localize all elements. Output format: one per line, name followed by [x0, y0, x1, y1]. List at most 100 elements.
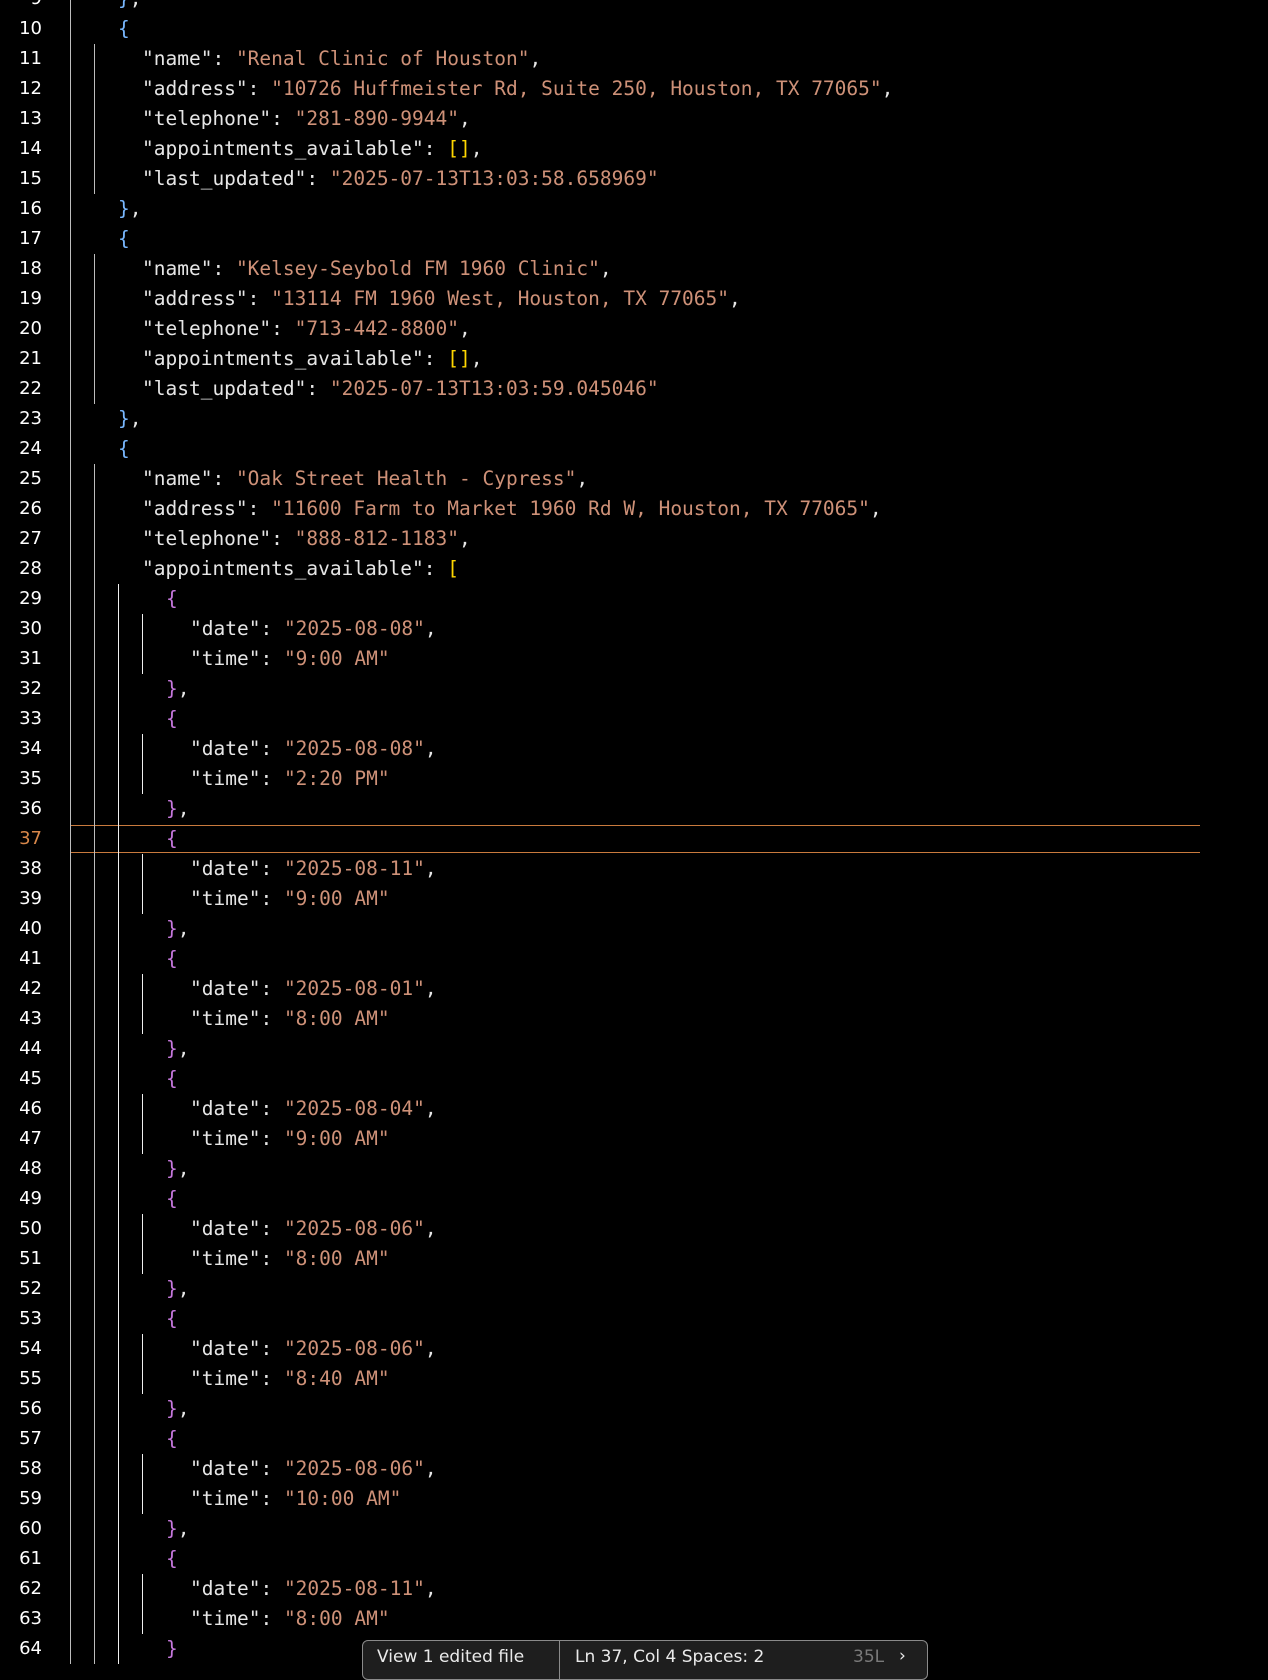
code-line[interactable]: 9}, [0, 0, 1268, 14]
code-line[interactable]: 48}, [0, 1154, 1268, 1184]
indent-guide [94, 344, 95, 374]
indent-guide [94, 584, 95, 614]
code-line[interactable]: 56}, [0, 1394, 1268, 1424]
code-text: "address": "13114 FM 1960 West, Houston,… [142, 284, 741, 314]
code-line[interactable]: 22 "last_updated": "2025-07-13T13:03:59.0… [0, 374, 1268, 404]
chevron-right-icon[interactable]: › [899, 1646, 906, 1666]
code-token: : [260, 1457, 284, 1480]
code-line[interactable]: 12 "address": "10726 Huffmeister Rd, Suit… [0, 74, 1268, 104]
code-line[interactable]: 25 "name": "Oak Street Health - Cypress", [0, 464, 1268, 494]
code-token: : [260, 737, 284, 760]
code-token: "2025-08-06" [283, 1337, 425, 1360]
code-line[interactable]: 47 "time": "9:00 AM" [0, 1124, 1268, 1154]
code-line[interactable]: 28 "appointments_available": [ [0, 554, 1268, 584]
indent-guide [70, 134, 71, 164]
code-token: } [166, 1037, 178, 1060]
code-line[interactable]: 31 "time": "9:00 AM" [0, 644, 1268, 674]
code-editor[interactable]: 9}, 10 {11 "name": "Renal Clinic of Houston… [0, 0, 1268, 1664]
line-number: 43 [19, 1008, 42, 1029]
code-line[interactable]: 11 "name": "Renal Clinic of Houston", [0, 44, 1268, 74]
indent-guide [94, 614, 95, 644]
code-line[interactable]: 54 "date": "2025-08-06", [0, 1334, 1268, 1364]
code-line[interactable]: 43 "time": "8:00 AM" [0, 1004, 1268, 1034]
code-line[interactable]: 15 "last_updated": "2025-07-13T13:03:58.6… [0, 164, 1268, 194]
code-line[interactable]: 57 { [0, 1424, 1268, 1454]
code-token: "281-890-9944" [294, 107, 459, 130]
code-token: : [212, 467, 236, 490]
code-line[interactable]: 50 "date": "2025-08-06", [0, 1214, 1268, 1244]
code-token: { [166, 947, 178, 970]
code-line[interactable]: 27 "telephone": "888-812-1183", [0, 524, 1268, 554]
code-line[interactable]: 49 { [0, 1184, 1268, 1214]
code-line[interactable]: 30 "date": "2025-08-08", [0, 614, 1268, 644]
code-line[interactable]: 33 { [0, 704, 1268, 734]
code-line[interactable]: 35 "time": "2:20 PM" [0, 764, 1268, 794]
indent-guide [94, 1214, 95, 1244]
code-line[interactable]: 37 { [0, 824, 1268, 854]
code-line[interactable]: 39 "time": "9:00 AM" [0, 884, 1268, 914]
code-line[interactable]: 23}, [0, 404, 1268, 434]
edited-files-link[interactable]: View 1 edited file [377, 1647, 524, 1667]
code-line[interactable]: 41 { [0, 944, 1268, 974]
code-line[interactable]: 14 "appointments_available": [], [0, 134, 1268, 164]
code-token: "date" [190, 1457, 261, 1480]
code-token: { [166, 587, 178, 610]
code-line[interactable]: 46 "date": "2025-08-04", [0, 1094, 1268, 1124]
code-text: "time": "10:00 AM" [190, 1484, 401, 1514]
code-token: "name" [142, 257, 213, 280]
code-token: , [177, 677, 190, 700]
code-token: , [424, 617, 437, 640]
code-text: "telephone": "713-442-8800", [142, 314, 471, 344]
code-token: : [260, 857, 284, 880]
code-line[interactable]: 17 { [0, 224, 1268, 254]
code-line[interactable]: 40}, [0, 914, 1268, 944]
code-line[interactable]: 38 "date": "2025-08-11", [0, 854, 1268, 884]
code-line[interactable]: 53 { [0, 1304, 1268, 1334]
code-line[interactable]: 10 { [0, 14, 1268, 44]
indent-guide [70, 1424, 71, 1454]
code-line[interactable]: 62 "date": "2025-08-11", [0, 1574, 1268, 1604]
code-line[interactable]: 24 { [0, 434, 1268, 464]
indent-guide [118, 1514, 119, 1544]
code-line[interactable]: 44}, [0, 1034, 1268, 1064]
status-popup[interactable]: View 1 edited file Ln 37, Col 4 Spaces: … [362, 1640, 928, 1680]
indent-guide [142, 764, 143, 794]
code-token: , [424, 1577, 437, 1600]
code-line[interactable]: 26 "address": "11600 Farm to Market 1960 … [0, 494, 1268, 524]
code-line[interactable]: 13 "telephone": "281-890-9944", [0, 104, 1268, 134]
indent-guide [94, 494, 95, 524]
code-line[interactable]: 59 "time": "10:00 AM" [0, 1484, 1268, 1514]
indent-guide [94, 1064, 95, 1094]
code-line[interactable]: 36}, [0, 794, 1268, 824]
code-line[interactable]: 29 { [0, 584, 1268, 614]
code-token: , [424, 1097, 437, 1120]
line-number: 19 [19, 288, 42, 309]
code-line[interactable]: 18 "name": "Kelsey-Seybold FM 1960 Clinic… [0, 254, 1268, 284]
code-token: , [177, 1157, 190, 1180]
code-token: "appointments_available" [142, 137, 424, 160]
code-line[interactable]: 21 "appointments_available": [], [0, 344, 1268, 374]
code-line[interactable]: 20 "telephone": "713-442-8800", [0, 314, 1268, 344]
code-line[interactable]: 58 "date": "2025-08-06", [0, 1454, 1268, 1484]
line-number: 47 [19, 1128, 42, 1149]
code-text: }, [166, 914, 190, 944]
code-token: { [166, 1187, 178, 1210]
code-line[interactable]: 42 "date": "2025-08-01", [0, 974, 1268, 1004]
code-line[interactable]: 45 { [0, 1064, 1268, 1094]
code-token: { [118, 227, 130, 250]
indent-guide [118, 854, 119, 884]
code-line[interactable]: 16}, [0, 194, 1268, 224]
indent-guide [118, 1124, 119, 1154]
code-line[interactable]: 60}, [0, 1514, 1268, 1544]
code-line[interactable]: 34 "date": "2025-08-08", [0, 734, 1268, 764]
code-line[interactable]: 63 "time": "8:00 AM" [0, 1604, 1268, 1634]
code-line[interactable]: 19 "address": "13114 FM 1960 West, Housto… [0, 284, 1268, 314]
code-line[interactable]: 52}, [0, 1274, 1268, 1304]
code-line[interactable]: 51 "time": "8:00 AM" [0, 1244, 1268, 1274]
code-token: : [271, 527, 295, 550]
indent-guide [94, 1184, 95, 1214]
code-token: : [260, 1487, 284, 1510]
code-line[interactable]: 32}, [0, 674, 1268, 704]
code-line[interactable]: 61 { [0, 1544, 1268, 1574]
code-line[interactable]: 55 "time": "8:40 AM" [0, 1364, 1268, 1394]
